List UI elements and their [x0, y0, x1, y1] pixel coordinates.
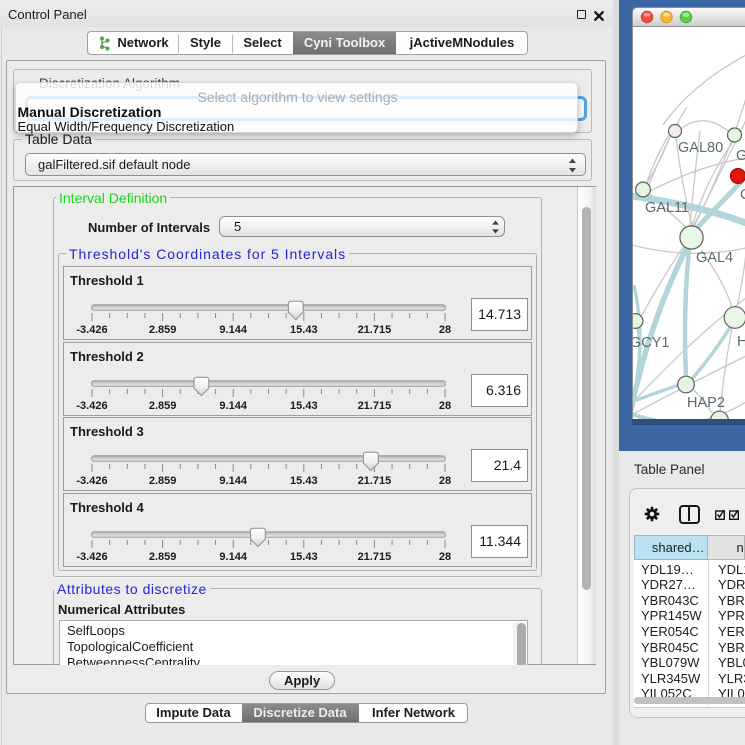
svg-text:-3.426: -3.426	[76, 400, 107, 411]
svg-text:9.144: 9.144	[219, 324, 247, 335]
svg-text:H: H	[737, 334, 745, 350]
svg-text:28: 28	[439, 324, 451, 335]
svg-text:2.859: 2.859	[149, 475, 177, 486]
svg-text:28: 28	[439, 400, 451, 411]
svg-text:GCY1: GCY1	[633, 335, 670, 351]
svg-text:GA: GA	[736, 148, 745, 164]
svg-text:15.43: 15.43	[290, 324, 318, 335]
svg-text:9.144: 9.144	[219, 551, 247, 562]
svg-text:GAL80: GAL80	[678, 140, 723, 156]
svg-text:2.859: 2.859	[149, 400, 177, 411]
svg-text:21.715: 21.715	[358, 400, 392, 411]
svg-text:21.715: 21.715	[358, 324, 392, 335]
svg-text:15.43: 15.43	[290, 400, 318, 411]
svg-text:-3.426: -3.426	[76, 551, 107, 562]
svg-text:GAL4: GAL4	[696, 250, 733, 266]
svg-text:9.144: 9.144	[219, 475, 247, 486]
svg-text:9.144: 9.144	[219, 400, 247, 411]
svg-text:-3.426: -3.426	[76, 324, 107, 335]
svg-text:-3.426: -3.426	[76, 475, 107, 486]
svg-text:2.859: 2.859	[149, 551, 177, 562]
svg-text:GAL11: GAL11	[645, 200, 689, 216]
svg-text:2.859: 2.859	[149, 324, 177, 335]
svg-text:28: 28	[439, 551, 451, 562]
svg-text:21.715: 21.715	[358, 551, 392, 562]
svg-text:15.43: 15.43	[290, 475, 318, 486]
svg-text:HAP2: HAP2	[687, 395, 725, 411]
svg-text:15.43: 15.43	[290, 551, 318, 562]
svg-text:21.715: 21.715	[358, 475, 392, 486]
svg-text:C: C	[740, 187, 745, 203]
svg-text:28: 28	[439, 475, 451, 486]
